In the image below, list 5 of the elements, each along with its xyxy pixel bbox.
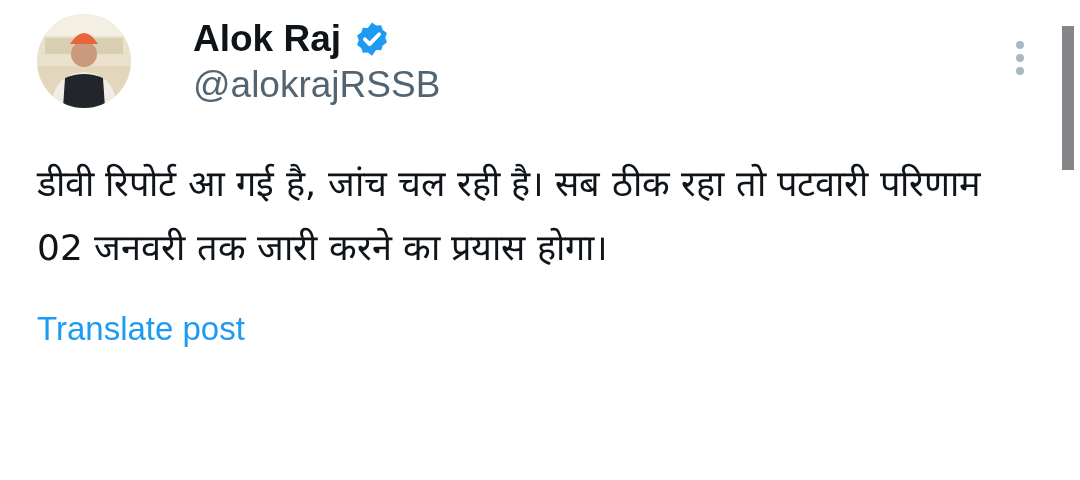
- scrollbar[interactable]: [1062, 26, 1074, 170]
- author-handle[interactable]: @alokrajRSSB: [193, 64, 441, 106]
- more-options-icon[interactable]: [1013, 40, 1027, 76]
- post-text: डीवी रिपोर्ट आ गई है, जांच चल रही है। सब ठीक रहा तो पटवारी परिणाम 02 जनवरी तक जारी करने का प्रयास होगा।: [37, 162, 982, 270]
- author-name[interactable]: Alok Raj: [193, 18, 342, 60]
